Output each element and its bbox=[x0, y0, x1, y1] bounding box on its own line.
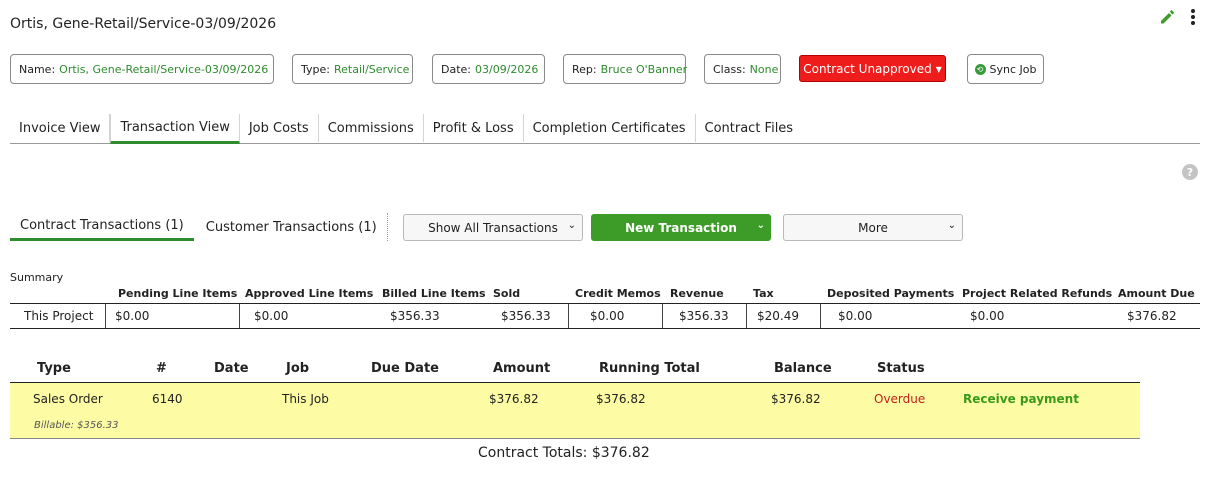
summary-cell: $0.00 bbox=[115, 309, 150, 323]
type-value: Retail/Service bbox=[333, 62, 410, 76]
summary-label: Summary bbox=[10, 271, 64, 284]
tab-contract-files[interactable]: Contract Files bbox=[696, 114, 803, 142]
status-badge: Overdue bbox=[874, 392, 926, 406]
sync-icon: ⟲ bbox=[974, 63, 986, 75]
transactions-header: Due Date bbox=[371, 361, 439, 376]
page-title: Ortis, Gene-Retail/Service-03/09/2026 bbox=[10, 16, 277, 32]
transaction-job: This Job bbox=[282, 392, 329, 406]
transaction-filter-value: Show All Transactions bbox=[428, 220, 558, 235]
tab-completion-certificates[interactable]: Completion Certificates bbox=[524, 114, 696, 142]
summary-row-name: This Project bbox=[24, 309, 94, 323]
rep-value: Bruce O'Banner bbox=[600, 62, 688, 76]
summary-cell: $0.00 bbox=[970, 309, 1005, 323]
summary-header: Approved Line Items bbox=[245, 287, 374, 300]
tab-invoice-view[interactable]: Invoice View bbox=[10, 114, 111, 142]
chevron-down-icon: ▾ bbox=[935, 61, 942, 76]
transactions-header: Date bbox=[214, 361, 249, 376]
transactions-header: Running Total bbox=[599, 361, 700, 376]
main-tabs: Invoice View Transaction View Job Costs … bbox=[10, 114, 1200, 144]
tab-contract-transactions[interactable]: Contract Transactions (1) bbox=[10, 213, 194, 241]
tab-transaction-view[interactable]: Transaction View bbox=[110, 114, 240, 144]
more-label: More bbox=[858, 220, 888, 235]
divider bbox=[568, 304, 569, 328]
divider bbox=[662, 304, 663, 328]
new-transaction-label: New Transaction bbox=[625, 220, 737, 235]
transactions-header: Status bbox=[877, 361, 925, 376]
billable-note: Billable: $356.33 bbox=[34, 420, 119, 431]
sync-job-button[interactable]: ⟲ Sync Job bbox=[967, 54, 1044, 84]
kebab-menu-icon[interactable] bbox=[1190, 8, 1196, 26]
summary-cell: $356.33 bbox=[501, 309, 551, 323]
summary-cell: $0.00 bbox=[254, 309, 289, 323]
summary-header: Billed Line Items bbox=[382, 287, 486, 300]
transactions-header: Type bbox=[37, 361, 71, 376]
contract-status-label: Contract Unapproved bbox=[803, 61, 932, 76]
receive-payment-link[interactable]: Receive payment bbox=[963, 392, 1079, 406]
contract-totals: Contract Totals: $376.82 bbox=[478, 445, 650, 461]
tab-customer-transactions[interactable]: Customer Transactions (1) bbox=[196, 213, 388, 241]
type-label: Type: bbox=[301, 62, 330, 76]
transactions-header: Job bbox=[286, 361, 310, 376]
date-field[interactable]: Date: 03/09/2026 bbox=[432, 54, 545, 84]
summary-header: Amount Due bbox=[1118, 287, 1195, 300]
transaction-amount: $376.82 bbox=[489, 392, 539, 406]
transactions-header: # bbox=[156, 361, 167, 376]
class-field[interactable]: Class: None bbox=[704, 54, 781, 84]
summary-cell: $356.33 bbox=[390, 309, 440, 323]
summary-cell: $356.33 bbox=[679, 309, 729, 323]
name-field[interactable]: Name: Ortis, Gene-Retail/Service-03/09/2… bbox=[10, 54, 274, 84]
divider bbox=[746, 304, 747, 328]
class-value: None bbox=[749, 62, 779, 76]
rep-field[interactable]: Rep: Bruce O'Banner bbox=[563, 54, 688, 84]
divider bbox=[820, 304, 821, 328]
help-icon[interactable]: ? bbox=[1182, 164, 1198, 180]
class-label: Class: bbox=[713, 62, 746, 76]
pencil-icon[interactable] bbox=[1158, 8, 1176, 26]
tab-job-costs[interactable]: Job Costs bbox=[240, 114, 319, 142]
top-actions bbox=[1158, 8, 1196, 26]
contract-status-dropdown[interactable]: Contract Unapproved ▾ bbox=[799, 55, 946, 82]
summary-header: Credit Memos bbox=[575, 287, 661, 300]
summary-header: Pending Line Items bbox=[118, 287, 238, 300]
transaction-balance: $376.82 bbox=[771, 392, 821, 406]
summary-header: Tax bbox=[753, 287, 774, 300]
tab-commissions[interactable]: Commissions bbox=[319, 114, 424, 142]
summary-header: Sold bbox=[493, 287, 521, 300]
table-row[interactable]: Sales Order 6140 This Job $376.82 $376.8… bbox=[10, 382, 1140, 439]
chevron-down-icon: ⌄ bbox=[947, 220, 956, 231]
divider bbox=[239, 304, 240, 328]
summary-header: Revenue bbox=[670, 287, 724, 300]
summary-cell: $376.82 bbox=[1127, 309, 1177, 323]
chevron-down-icon: ⌄ bbox=[756, 220, 765, 231]
type-field[interactable]: Type: Retail/Service bbox=[292, 54, 413, 84]
transaction-running-total: $376.82 bbox=[596, 392, 646, 406]
rep-label: Rep: bbox=[572, 62, 597, 76]
transaction-type: Sales Order bbox=[33, 392, 103, 406]
name-value: Ortis, Gene-Retail/Service-03/09/2026 bbox=[59, 62, 269, 76]
date-label: Date: bbox=[441, 62, 471, 76]
transaction-number[interactable]: 6140 bbox=[152, 392, 183, 406]
name-label: Name: bbox=[19, 62, 56, 76]
summary-cell: $0.00 bbox=[590, 309, 625, 323]
divider bbox=[105, 304, 106, 328]
summary-header: Deposited Payments bbox=[827, 287, 955, 300]
summary-cell: $0.00 bbox=[838, 309, 873, 323]
transactions-header: Amount bbox=[493, 361, 551, 376]
summary-cell: $20.49 bbox=[757, 309, 799, 323]
transaction-sub-tabs: Contract Transactions (1) Customer Trans… bbox=[10, 213, 388, 241]
date-value: 03/09/2026 bbox=[475, 62, 539, 76]
transaction-filter-select[interactable]: Show All Transactions ⌄ bbox=[403, 214, 583, 241]
summary-header: Project Related Refunds bbox=[962, 287, 1113, 300]
new-transaction-button[interactable]: New Transaction ⌄ bbox=[591, 214, 771, 241]
more-select[interactable]: More ⌄ bbox=[783, 214, 963, 241]
chevron-down-icon: ⌄ bbox=[567, 220, 576, 231]
tab-profit-loss[interactable]: Profit & Loss bbox=[424, 114, 524, 142]
summary-row: This Project $0.00 $0.00 $356.33 $356.33… bbox=[10, 303, 1200, 329]
transactions-header: Balance bbox=[774, 361, 832, 376]
sync-job-label: Sync Job bbox=[989, 62, 1037, 76]
